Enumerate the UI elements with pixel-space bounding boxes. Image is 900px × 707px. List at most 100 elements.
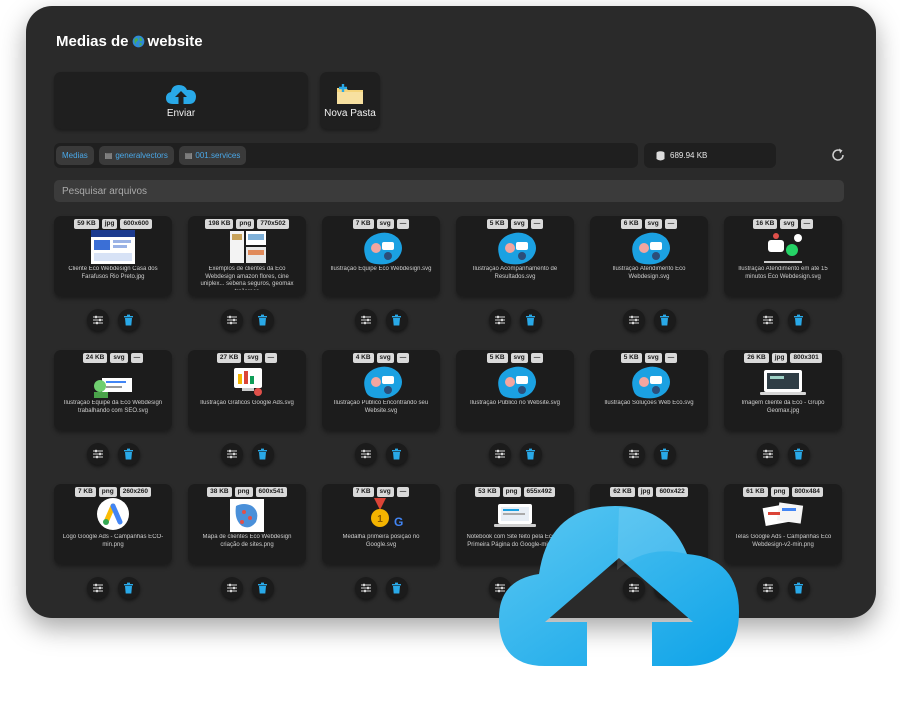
trash-icon — [392, 582, 401, 594]
sliders-icon — [360, 315, 371, 325]
file-thumbnail — [234, 368, 262, 396]
breadcrumb-item-folder[interactable]: ▤ 001.services — [178, 146, 247, 165]
sliders-icon — [360, 583, 371, 593]
sliders-icon — [762, 315, 773, 325]
delete-file-button[interactable] — [385, 309, 408, 331]
svg-text:1: 1 — [377, 514, 383, 525]
trash-icon — [660, 448, 669, 460]
file-actions — [590, 309, 708, 331]
upload-label: Enviar — [166, 107, 196, 119]
edit-file-button[interactable] — [86, 577, 109, 599]
file-card[interactable]: 61 KB png 800x484 Telas Google Ads - Campan… — [724, 484, 842, 564]
delete-file-button[interactable] — [251, 443, 274, 465]
delete-file-button[interactable] — [385, 443, 408, 465]
delete-file-button[interactable] — [787, 309, 810, 331]
file-card[interactable]: 5 KB svg — Ilustração Soluções Web Eco.svg — [590, 350, 708, 430]
breadcrumb-label: 001.services — [195, 151, 241, 160]
file-actions — [590, 443, 708, 465]
file-thumbnail — [230, 499, 264, 532]
delete-file-button[interactable] — [787, 443, 810, 465]
file-card[interactable]: 5 KB svg — Ilustração Público no Website.sv… — [456, 350, 574, 430]
edit-file-button[interactable] — [86, 309, 109, 331]
file-card[interactable]: 7 KB png 260x260 Logo Google Ads - Campanha… — [54, 484, 172, 564]
search-input[interactable] — [54, 180, 844, 202]
file-name: Ilustração Acompanhamento de Resultados.… — [472, 266, 558, 280]
file-card[interactable]: 198 KB png 770x502 Exemplos de clientes da … — [188, 216, 306, 296]
sliders-icon — [762, 449, 773, 459]
storage-usage: 689.94 KB — [644, 143, 776, 168]
delete-file-button[interactable] — [653, 443, 676, 465]
edit-file-button[interactable] — [354, 309, 377, 331]
file-card[interactable]: 7 KB svg — Ilustração Equipe Eco Webdesign.… — [322, 216, 440, 296]
delete-file-button[interactable] — [117, 443, 140, 465]
edit-file-button[interactable] — [756, 309, 779, 331]
edit-file-button[interactable] — [354, 577, 377, 599]
file-card[interactable]: 4 KB svg — Ilustração Público Encontrando s… — [322, 350, 440, 430]
edit-file-button[interactable] — [756, 577, 779, 599]
file-actions — [188, 309, 306, 331]
file-thumbnail — [364, 366, 402, 399]
delete-file-button[interactable] — [519, 443, 542, 465]
edit-file-button[interactable] — [756, 443, 779, 465]
file-name: Ilustração Atendimento Eco Webdesign.svg — [612, 266, 686, 280]
edit-file-button[interactable] — [622, 443, 645, 465]
delete-file-button[interactable] — [787, 577, 810, 599]
delete-file-button[interactable] — [251, 577, 274, 599]
refresh-icon[interactable] — [830, 147, 846, 163]
upload-button[interactable]: Enviar — [54, 72, 308, 129]
sliders-icon — [92, 315, 103, 325]
delete-file-button[interactable] — [519, 309, 542, 331]
trash-icon — [258, 314, 267, 326]
file-actions — [54, 309, 172, 331]
sliders-icon — [628, 449, 639, 459]
file-name: Medalha primeira posição no Google.svg — [342, 534, 420, 548]
file-thumbnail — [364, 232, 402, 265]
file-card[interactable]: 6 KB svg — Ilustração Atendimento Eco Webde… — [590, 216, 708, 296]
trash-icon — [258, 448, 267, 460]
trash-icon — [526, 448, 535, 460]
file-card[interactable]: 16 KB svg — Ilustração Atendimento em até 1… — [724, 216, 842, 296]
file-actions — [456, 443, 574, 465]
file-card[interactable]: 24 KB svg — Ilustração Equipe da Eco Webdes… — [54, 350, 172, 430]
trash-icon — [794, 582, 803, 594]
delete-file-button[interactable] — [117, 309, 140, 331]
delete-file-button[interactable] — [117, 577, 140, 599]
edit-file-button[interactable] — [220, 443, 243, 465]
file-card[interactable]: 59 KB jpg 600x600 Cliente Eco Webdesign Cas… — [54, 216, 172, 296]
sliders-icon — [360, 449, 371, 459]
edit-file-button[interactable] — [220, 577, 243, 599]
trash-icon — [794, 314, 803, 326]
breadcrumb-item-folder[interactable]: ▤ generalvectors — [98, 146, 174, 165]
file-thumbnail — [498, 366, 536, 399]
delete-file-button[interactable] — [251, 309, 274, 331]
file-card[interactable]: 7 KB svg —1 G Medalha primeira posição no Go… — [322, 484, 440, 564]
file-name: Cliente Eco Webdesign Casa dos Farafusos… — [68, 266, 158, 280]
title-suffix: website — [147, 33, 203, 50]
file-actions — [322, 577, 440, 599]
file-actions — [724, 309, 842, 331]
file-card[interactable]: 5 KB svg — Ilustração Acompanhamento de Res… — [456, 216, 574, 296]
edit-file-button[interactable] — [488, 443, 511, 465]
file-name: Ilustração Equipe da Eco Webdesign traba… — [63, 400, 163, 414]
new-folder-button[interactable]: Nova Pasta — [320, 72, 380, 129]
edit-file-button[interactable] — [220, 309, 243, 331]
file-card[interactable]: 26 KB jpg 800x301 Imagem cliente da Eco - G… — [724, 350, 842, 430]
edit-file-button[interactable] — [488, 309, 511, 331]
file-card[interactable]: 27 KB svg — Ilustração Gráficos Google Ads.… — [188, 350, 306, 430]
file-name: Ilustração Gráficos Google Ads.svg — [200, 400, 294, 406]
file-name: Ilustração Público Encontrando seu Websi… — [333, 400, 429, 414]
file-card[interactable]: 38 KB png 600x541 Mapa de clientes Eco Webd… — [188, 484, 306, 564]
edit-file-button[interactable] — [86, 443, 109, 465]
trash-icon — [660, 314, 669, 326]
globe-icon — [132, 35, 144, 48]
trash-icon — [124, 448, 133, 460]
breadcrumb-item-root[interactable]: Medias — [56, 146, 94, 165]
title-prefix: Medias de — [56, 33, 129, 50]
edit-file-button[interactable] — [354, 443, 377, 465]
page-title: Medias de website — [56, 33, 203, 50]
new-folder-label: Nova Pasta — [324, 107, 376, 119]
edit-file-button[interactable] — [622, 309, 645, 331]
delete-file-button[interactable] — [385, 577, 408, 599]
delete-file-button[interactable] — [653, 309, 676, 331]
sliders-icon — [226, 583, 237, 593]
